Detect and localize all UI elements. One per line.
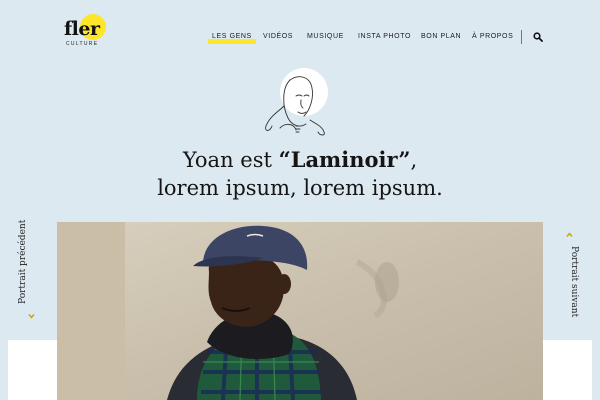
chevron-up-icon[interactable] [566,232,573,238]
nav-item-insta-photo[interactable]: INSTA PHOTO [358,33,411,40]
nav-item-les-gens[interactable]: LES GENS [212,33,252,40]
headline-comma: , [410,148,418,172]
nav-item-bon-plan[interactable]: BON PLAN [421,33,461,40]
nav-item-videos[interactable]: VIDÉOS [263,33,293,40]
nav-item-a-propos[interactable]: À PROPOS [472,33,513,40]
nav-item-musique[interactable]: MUSIQUE [307,33,344,40]
chevron-down-icon[interactable] [28,313,35,319]
headline-intro: Yoan est [182,148,279,172]
portrait-photo [57,222,543,400]
headline-subline: lorem ipsum, lorem ipsum. [157,176,443,200]
headline-nickname: “Laminoir” [278,147,411,172]
nav-divider [521,30,522,44]
portrait-previous-link[interactable]: Portrait précédent [18,220,32,304]
portrait-illustration-icon [265,68,328,136]
article-headline: Yoan est “Laminoir”, lorem ipsum, lorem … [0,146,600,202]
search-icon[interactable] [533,32,543,42]
main-nav: LES GENS VIDÉOS MUSIQUE INSTA PHOTO BON … [0,33,600,45]
portrait-photo-image [57,222,543,400]
portrait-next-link[interactable]: Portrait suivant [565,246,579,326]
